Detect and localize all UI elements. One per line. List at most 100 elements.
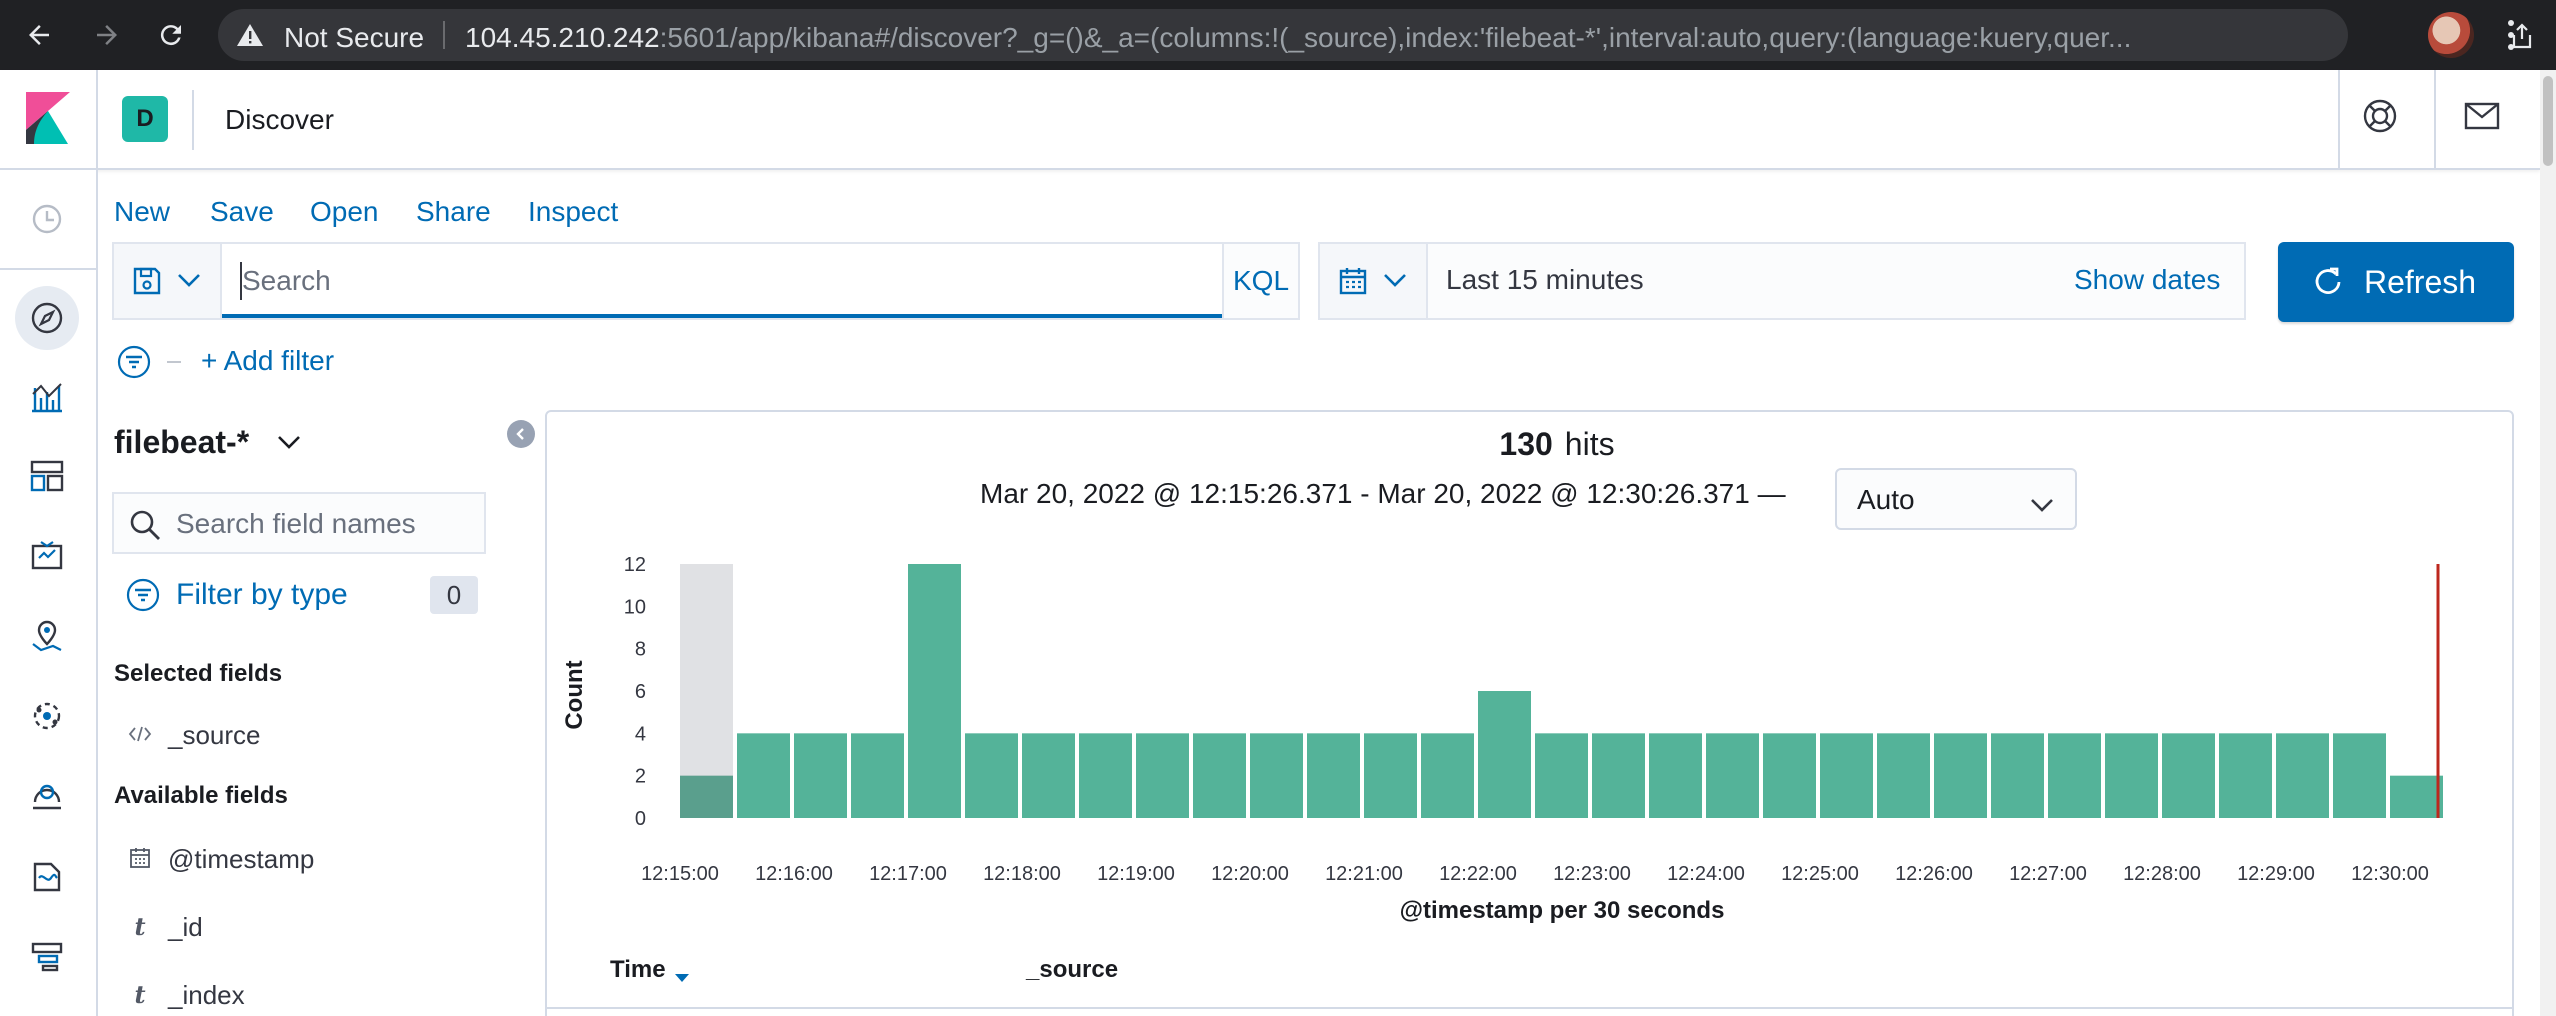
quick-menu-button[interactable] [1320, 244, 1428, 318]
index-pattern-title[interactable]: filebeat-* [114, 424, 249, 461]
histogram-bar[interactable] [2105, 733, 2158, 818]
logs-icon[interactable] [25, 854, 69, 898]
histogram-bar[interactable] [1934, 733, 1987, 818]
x-tick-label: 12:17:00 [869, 863, 947, 885]
dashboard-icon[interactable] [25, 454, 69, 498]
histogram-bar[interactable] [2219, 733, 2272, 818]
collapse-sidebar-icon[interactable] [507, 420, 535, 448]
infrastructure-icon[interactable] [25, 774, 69, 818]
hits-label: hits [1564, 426, 1615, 462]
field-search-input[interactable] [176, 508, 476, 540]
address-bar[interactable]: Not Secure 104.45.210.242:5601/app/kiban… [218, 9, 2532, 61]
histogram-bar[interactable] [1535, 733, 1588, 818]
histogram-bar[interactable] [1820, 733, 1873, 818]
newsfeed-mail-icon[interactable] [2464, 102, 2500, 135]
x-tick-label: 12:20:00 [1211, 863, 1289, 885]
saved-queries-button[interactable] [114, 244, 222, 318]
recently-viewed-clock-icon[interactable] [30, 202, 64, 241]
histogram-bar[interactable] [1421, 733, 1474, 818]
show-dates-link[interactable]: Show dates [2074, 264, 2220, 296]
histogram-bar[interactable] [2390, 775, 2443, 818]
visualize-chart-icon[interactable] [25, 374, 69, 418]
field-item-source[interactable]: _source [126, 716, 486, 752]
maps-pin-icon[interactable] [25, 614, 69, 658]
time-range-text[interactable]: Last 15 minutes [1446, 264, 1644, 296]
field-name: _source [168, 720, 261, 750]
histogram-bar[interactable] [2162, 733, 2215, 818]
field-name: _id [168, 912, 203, 942]
machine-learning-icon[interactable] [25, 694, 69, 738]
histogram-bar[interactable] [794, 733, 847, 818]
chevron-down-icon [2029, 490, 2055, 522]
histogram-bar[interactable] [680, 775, 733, 818]
menu-open[interactable]: Open [310, 196, 379, 228]
histogram-bar[interactable] [1478, 691, 1531, 818]
histogram-bar[interactable] [1022, 733, 1075, 818]
omnibox-divider [443, 21, 445, 49]
query-bar: KQL [112, 242, 1300, 320]
y-tick-label: 6 [635, 681, 646, 703]
column-header-time[interactable]: Time [610, 956, 666, 984]
histogram-bar[interactable] [1079, 733, 1132, 818]
histogram-bar[interactable] [1193, 733, 1246, 818]
text-caret [240, 262, 242, 300]
header-divider [96, 70, 98, 168]
histogram-bar[interactable] [1877, 733, 1930, 818]
menu-inspect[interactable]: Inspect [528, 196, 618, 228]
histogram-bar[interactable] [2276, 733, 2329, 818]
field-item-index[interactable]: t _index [126, 976, 486, 1012]
kibana-logo-icon[interactable] [26, 92, 70, 149]
refresh-button[interactable]: Refresh [2278, 242, 2514, 322]
kql-language-button[interactable]: KQL [1222, 244, 1298, 318]
url-text[interactable]: 104.45.210.242:5601/app/kibana#/discover… [465, 22, 2255, 54]
browser-menu-icon[interactable] [2506, 18, 2516, 57]
histogram-bar[interactable] [1991, 733, 2044, 818]
canvas-easel-icon[interactable] [25, 534, 69, 578]
forward-icon[interactable] [86, 14, 128, 56]
histogram-bar[interactable] [1250, 733, 1303, 818]
histogram-bar[interactable] [908, 564, 961, 818]
histogram-bar[interactable] [1706, 733, 1759, 818]
profile-avatar[interactable] [2428, 12, 2474, 58]
discover-compass-icon[interactable] [15, 286, 79, 350]
add-filter-button[interactable]: + Add filter [201, 345, 334, 377]
sort-desc-icon[interactable] [674, 970, 690, 988]
histogram-chart: 0 2 4 6 8 10 12 12:15:00 12:16:00 12:17:00 12:18:… [561, 554, 2443, 924]
help-lifebuoy-icon[interactable] [2362, 98, 2398, 139]
histogram-bar[interactable] [1649, 733, 1702, 818]
menu-share[interactable]: Share [416, 196, 491, 228]
back-icon[interactable] [18, 14, 60, 56]
reload-icon[interactable] [150, 14, 192, 56]
warning-icon[interactable] [236, 23, 264, 52]
scrollbar-thumb[interactable] [2543, 76, 2553, 166]
field-item-id[interactable]: t _id [126, 908, 486, 944]
histogram-bar[interactable] [1592, 733, 1645, 818]
apm-icon[interactable] [25, 934, 69, 978]
histogram-bar[interactable] [2048, 733, 2101, 818]
interval-select[interactable]: Auto [1835, 468, 2077, 530]
column-header-source[interactable]: _source [1026, 956, 1118, 984]
selected-fields-heading: Selected fields [114, 660, 283, 687]
histogram-bar[interactable] [1763, 733, 1816, 818]
header-divider [192, 90, 194, 150]
histogram-bar[interactable] [851, 733, 904, 818]
search-input-wrapper [222, 244, 1222, 318]
x-tick-label: 12:15:00 [641, 863, 719, 885]
histogram-bar[interactable] [965, 733, 1018, 818]
histogram-bar[interactable] [2333, 733, 2386, 818]
security-label[interactable]: Not Secure [284, 22, 424, 54]
page-scrollbar[interactable] [2540, 70, 2556, 1016]
chevron-down-icon[interactable] [276, 432, 302, 457]
field-item-timestamp[interactable]: @timestamp [126, 840, 486, 876]
search-input[interactable] [242, 262, 1202, 300]
y-tick-label: 0 [635, 808, 646, 830]
filter-options-icon[interactable] [117, 345, 151, 384]
histogram-bar[interactable] [1136, 733, 1189, 818]
histogram-bar[interactable] [1307, 733, 1360, 818]
histogram-bar[interactable] [1364, 733, 1417, 818]
space-avatar[interactable]: D [122, 96, 168, 142]
x-tick-label: 12:29:00 [2237, 863, 2315, 885]
histogram-bar[interactable] [737, 733, 790, 818]
menu-new[interactable]: New [114, 196, 170, 228]
menu-save[interactable]: Save [210, 196, 274, 228]
